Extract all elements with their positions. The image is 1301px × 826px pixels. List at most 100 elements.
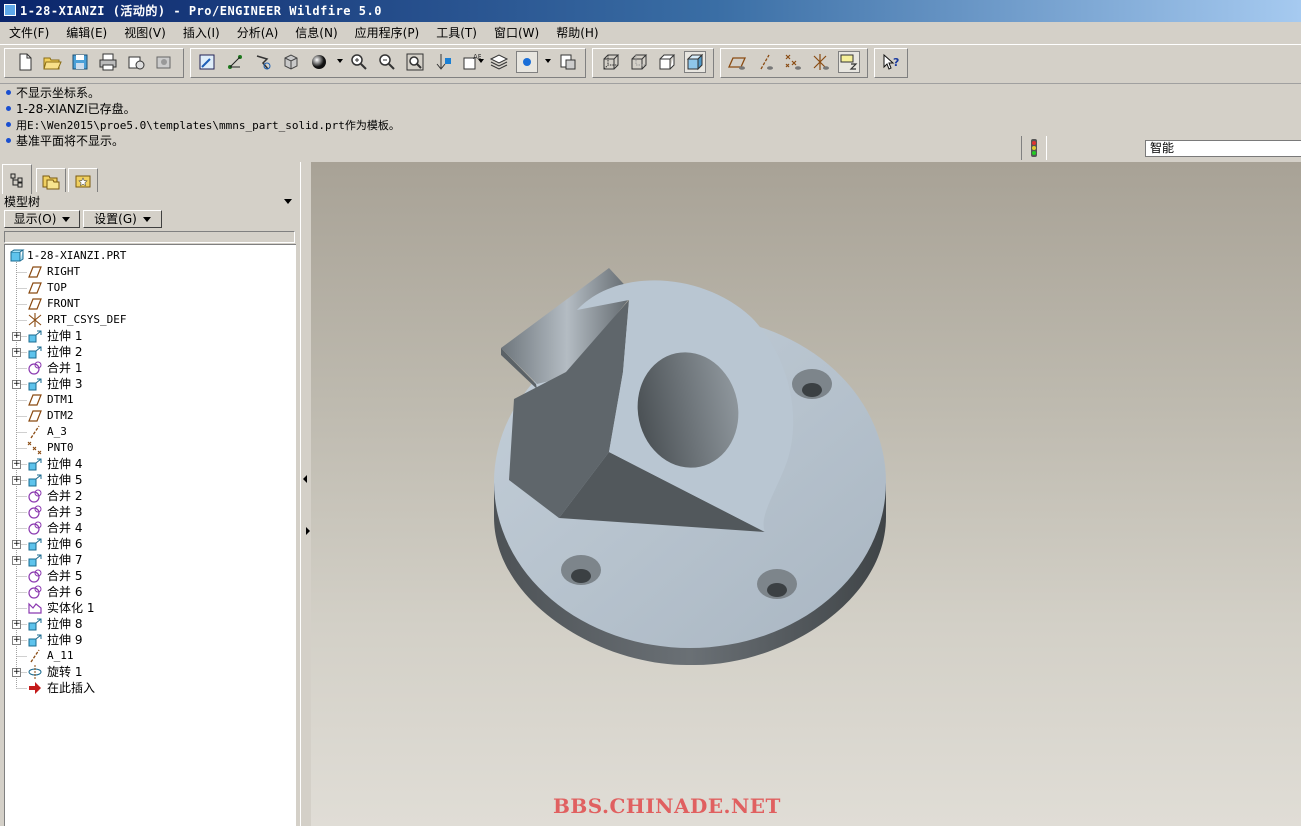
menu-window[interactable]: 窗口(W) (485, 22, 547, 44)
tab-model-tree[interactable] (2, 164, 32, 194)
annotation-display-icon[interactable] (838, 51, 860, 73)
tree-item[interactable]: TOP (5, 280, 295, 296)
regen-status-icon[interactable] (1021, 136, 1047, 160)
expand-icon[interactable]: + (12, 460, 21, 469)
tree-item[interactable]: + 拉伸 9 (5, 632, 295, 648)
expand-icon[interactable]: + (12, 476, 21, 485)
collapse-left-icon[interactable] (303, 475, 307, 483)
tree-item[interactable]: + 拉伸 7 (5, 552, 295, 568)
navigator-panel: 模型树 显示(O) 设置(G) 1-28-XIANZI.PRT RIGHT TOP F… (0, 162, 300, 826)
zoom-out-icon[interactable] (376, 51, 398, 73)
tab-favorites[interactable] (68, 168, 98, 192)
save-copy-icon[interactable] (153, 51, 175, 73)
menu-edit[interactable]: 编辑(E) (57, 22, 115, 44)
save-icon[interactable] (69, 51, 91, 73)
shaded-icon[interactable] (684, 51, 706, 73)
expand-icon[interactable]: + (12, 620, 21, 629)
selection-filter-select[interactable]: 智能 (1145, 140, 1301, 157)
appearance-icon[interactable] (516, 51, 538, 73)
expand-right-icon[interactable] (306, 527, 310, 535)
tree-item-label: 合并 4 (47, 521, 83, 535)
tree-item-label: 实体化 1 (47, 601, 95, 615)
panel-menu-dropdown-icon[interactable] (284, 199, 292, 204)
tree-item[interactable]: + 拉伸 2 (5, 344, 295, 360)
tree-item[interactable]: + 拉伸 5 (5, 472, 295, 488)
show-button[interactable]: 显示(O) (4, 210, 80, 228)
panel-splitter[interactable] (300, 162, 311, 826)
tab-folder-browser[interactable] (36, 168, 66, 192)
datum-plane-display-icon[interactable] (726, 51, 748, 73)
new-icon[interactable] (14, 51, 36, 73)
expand-icon[interactable]: + (12, 540, 21, 549)
expand-icon[interactable]: + (12, 668, 21, 677)
datum-plane-icon (27, 409, 43, 423)
hidden-line-icon[interactable] (628, 51, 650, 73)
expand-icon[interactable]: + (12, 332, 21, 341)
refit-icon[interactable] (404, 51, 426, 73)
tree-item[interactable]: + 拉伸 6 (5, 536, 295, 552)
tree-item[interactable]: 实体化 1 (5, 600, 295, 616)
message-bullet-icon (6, 106, 11, 111)
menu-analysis[interactable]: 分析(A) (228, 22, 287, 44)
tree-item[interactable]: + 旋转 1 (5, 664, 295, 680)
view-manager-dropdown-icon[interactable] (478, 59, 484, 63)
tree-item[interactable]: 合并 4 (5, 520, 295, 536)
tree-item[interactable]: 在此插入 (5, 680, 295, 696)
zoom-in-icon[interactable] (348, 51, 370, 73)
tree-item[interactable]: DTM1 (5, 392, 295, 408)
tree-item[interactable]: RIGHT (5, 264, 295, 280)
tree-item[interactable]: FRONT (5, 296, 295, 312)
tree-item[interactable]: + 拉伸 3 (5, 376, 295, 392)
no-hidden-icon[interactable] (656, 51, 678, 73)
expand-icon[interactable]: + (12, 348, 21, 357)
tree-column-header[interactable] (4, 231, 295, 243)
shading-dropdown-icon[interactable] (337, 59, 343, 63)
display-style-icon[interactable] (557, 51, 579, 73)
send-icon[interactable] (125, 51, 147, 73)
tree-item[interactable]: A_11 (5, 648, 295, 664)
tree-item[interactable]: 合并 5 (5, 568, 295, 584)
tree-item[interactable]: + 拉伸 8 (5, 616, 295, 632)
spin-center-icon[interactable] (224, 51, 246, 73)
menu-tools[interactable]: 工具(T) (427, 22, 485, 44)
wireframe-icon[interactable] (600, 51, 622, 73)
tree-item[interactable]: 合并 6 (5, 584, 295, 600)
context-help-icon[interactable]: ? (880, 51, 902, 73)
tree-item[interactable]: PNT0 (5, 440, 295, 456)
tree-item[interactable]: DTM2 (5, 408, 295, 424)
axis-icon (27, 425, 43, 439)
datum-axis-display-icon[interactable] (754, 51, 776, 73)
datum-point-display-icon[interactable] (782, 51, 804, 73)
menu-info[interactable]: 信息(N) (286, 22, 345, 44)
menu-file[interactable]: 文件(F) (0, 22, 57, 44)
tree-item[interactable]: 合并 3 (5, 504, 295, 520)
tree-item[interactable]: + 拉伸 1 (5, 328, 295, 344)
tree-item-label: 在此插入 (47, 681, 96, 695)
tree-item[interactable]: A_3 (5, 424, 295, 440)
expand-icon[interactable]: + (12, 556, 21, 565)
expand-icon[interactable]: + (12, 380, 21, 389)
tree-item[interactable]: 合并 1 (5, 360, 295, 376)
shading-icon[interactable] (308, 51, 330, 73)
saved-views-icon[interactable] (280, 51, 302, 73)
open-icon[interactable] (41, 51, 63, 73)
settings-button[interactable]: 设置(G) (83, 210, 162, 228)
menu-help[interactable]: 帮助(H) (547, 22, 606, 44)
menu-view[interactable]: 视图(V) (115, 22, 174, 44)
menu-insert[interactable]: 插入(I) (174, 22, 228, 44)
csys-display-icon[interactable] (810, 51, 832, 73)
menu-applications[interactable]: 应用程序(P) (346, 22, 428, 44)
tree-item[interactable]: PRT_CSYS_DEF (5, 312, 295, 328)
orient-icon[interactable] (252, 51, 274, 73)
reorient-icon[interactable] (432, 51, 454, 73)
repaint-icon[interactable] (196, 51, 218, 73)
tree-item[interactable]: + 拉伸 4 (5, 456, 295, 472)
graphics-viewport[interactable] (311, 162, 1301, 826)
expand-icon[interactable]: + (12, 636, 21, 645)
part-model-render (494, 268, 886, 666)
tree-item[interactable]: 1-28-XIANZI.PRT (5, 248, 295, 264)
print-icon[interactable] (97, 51, 119, 73)
appearance-dropdown-icon[interactable] (545, 59, 551, 63)
layers-icon[interactable] (488, 51, 510, 73)
tree-item[interactable]: 合并 2 (5, 488, 295, 504)
